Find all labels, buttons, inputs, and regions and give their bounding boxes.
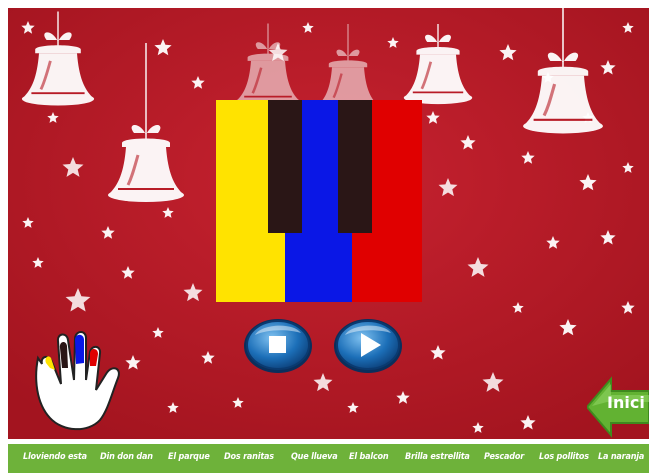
menu-song-item[interactable]: Dos ranitas xyxy=(224,452,274,462)
game-stage: Inici xyxy=(8,8,649,439)
menu-song-item[interactable]: Brilla estrellita xyxy=(405,452,470,462)
piano-black-key-2[interactable] xyxy=(338,100,372,233)
menu-song-item[interactable]: El balcon xyxy=(349,452,389,462)
piano-black-key-1[interactable] xyxy=(268,100,302,233)
menu-song-item[interactable]: Din don dan xyxy=(100,452,153,462)
menu-song-item[interactable]: Los pollitos xyxy=(539,452,589,462)
menu-song-item[interactable]: El parque xyxy=(168,452,210,462)
menu-song-item[interactable]: La naranja xyxy=(598,452,644,462)
finger-blue xyxy=(75,334,84,364)
song-menu-bar: Lloviendo esta Din don dan El parque Dos ra… xyxy=(8,444,649,473)
menu-song-item[interactable]: Que llueva xyxy=(291,452,338,462)
piano xyxy=(216,100,422,302)
menu-song-item[interactable]: Lloviendo esta xyxy=(23,452,87,462)
home-label: Inici xyxy=(607,393,645,412)
home-button[interactable]: Inici xyxy=(585,375,649,439)
play-button[interactable] xyxy=(331,315,405,375)
stop-button[interactable] xyxy=(241,315,315,375)
menu-song-item[interactable]: Pescador xyxy=(484,452,524,462)
stop-icon xyxy=(269,336,286,353)
